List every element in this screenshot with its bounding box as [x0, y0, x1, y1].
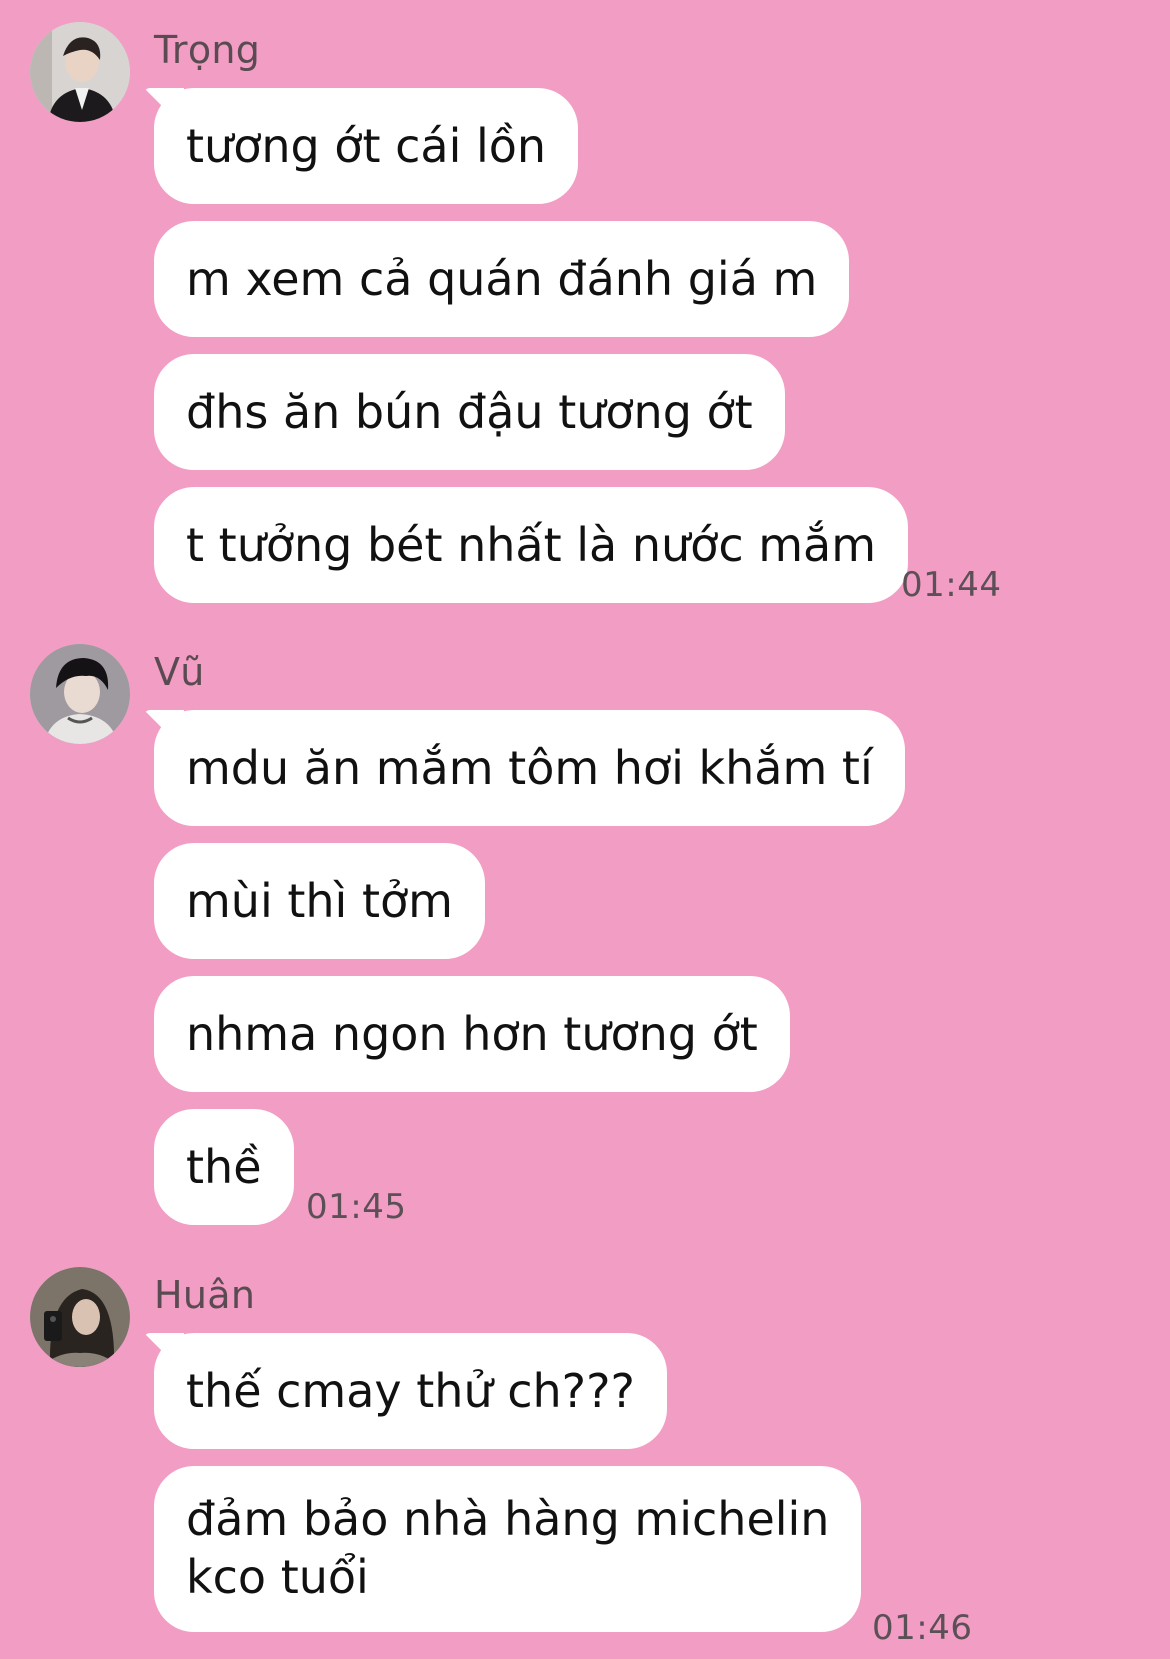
avatar-trong[interactable]	[30, 22, 130, 122]
avatar-trong-image	[30, 22, 130, 122]
message-text: kco tuổi	[186, 1550, 369, 1604]
message-bubble[interactable]: nhma ngon hơn tương ớt	[154, 976, 790, 1092]
message-text: thề	[186, 1140, 262, 1194]
message-bubble[interactable]: mdu ăn mắm tôm hơi khắm tí	[154, 710, 905, 826]
message-bubble[interactable]: t tưởng bét nhất là nước mắm	[154, 487, 909, 603]
message-bubble[interactable]: thế cmay thử ch???	[154, 1333, 667, 1449]
message-bubble[interactable]: mùi thì tởm	[154, 843, 485, 959]
avatar-huan[interactable]	[30, 1267, 130, 1367]
message-text: t tưởng bét nhất là nước mắm	[186, 518, 877, 572]
message-timestamp: 01:45	[306, 1187, 407, 1227]
message-bubble[interactable]: đảm bảo nhà hàng michelin kco tuổi	[154, 1466, 862, 1632]
message-text: thế cmay thử ch???	[186, 1364, 635, 1418]
avatar-huan-image	[30, 1267, 130, 1367]
message-timestamp: 01:44	[901, 565, 1002, 605]
message-bubble[interactable]: đhs ăn bún đậu tương ớt	[154, 354, 785, 470]
message-text: m xem cả quán đánh giá m	[186, 252, 818, 306]
message-text: đảm bảo nhà hàng michelin	[186, 1492, 830, 1546]
message-text: nhma ngon hơn tương ớt	[186, 1007, 758, 1061]
sender-name: Trọng	[154, 28, 261, 72]
avatar-vu-image	[30, 644, 130, 744]
sender-name: Vũ	[154, 650, 205, 694]
message-text: tương ớt cái lồn	[186, 119, 547, 173]
message-text: đhs ăn bún đậu tương ớt	[186, 385, 753, 439]
avatar-vu[interactable]	[30, 644, 130, 744]
sender-name: Huân	[154, 1273, 256, 1317]
message-text: mdu ăn mắm tôm hơi khắm tí	[186, 741, 873, 795]
message-bubble[interactable]: tương ớt cái lồn	[154, 88, 579, 204]
message-bubble[interactable]: thề	[154, 1109, 294, 1225]
message-bubble[interactable]: m xem cả quán đánh giá m	[154, 221, 850, 337]
message-text: mùi thì tởm	[186, 874, 453, 928]
message-timestamp: 01:46	[872, 1608, 973, 1648]
